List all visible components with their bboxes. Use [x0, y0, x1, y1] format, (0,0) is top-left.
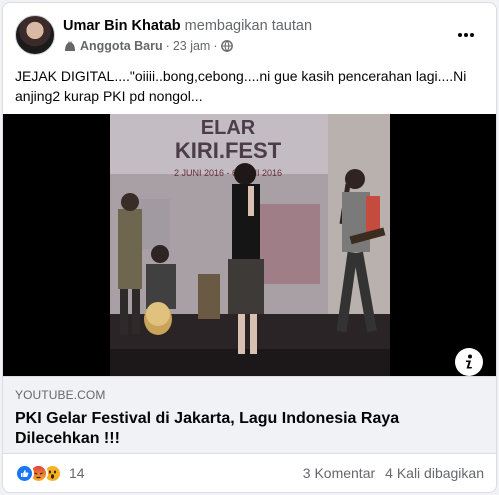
- meta-separator-2: ·: [213, 39, 218, 53]
- new-member-icon: [63, 40, 77, 52]
- reaction-count: 14: [69, 465, 85, 481]
- author-line: Umar Bin Khatab membagikan tautan: [63, 18, 312, 34]
- globe-icon: [220, 40, 233, 52]
- new-member-badge[interactable]: Anggota Baru: [80, 39, 163, 53]
- post-text: JEJAK DIGITAL...."oiiii..bong,cebong....…: [15, 68, 467, 104]
- comments-count[interactable]: 3 Komentar: [303, 464, 375, 483]
- video-player[interactable]: ELAR KIRI.FEST 2 JUNI 2016 - 6 JUNI 2016: [3, 114, 496, 376]
- link-preview[interactable]: YOUTUBE.COM PKI Gelar Festival di Jakart…: [3, 376, 496, 454]
- banner-line-3: 2 JUNI 2016 - 6 JUNI 2016: [174, 168, 282, 178]
- like-reaction-icon: [15, 464, 34, 483]
- info-icon: [466, 354, 472, 369]
- meta-separator: ·: [165, 39, 170, 53]
- more-dots-icon: [458, 33, 474, 37]
- post-meta: Anggota Baru · 23 jam ·: [63, 39, 233, 53]
- author-action: membagikan tautan: [184, 18, 313, 34]
- banner-line-1: ELAR: [201, 117, 256, 139]
- author-name[interactable]: Umar Bin Khatab: [63, 18, 181, 34]
- video-thumbnail: ELAR KIRI.FEST 2 JUNI 2016 - 6 JUNI 2016: [110, 114, 390, 376]
- author-avatar[interactable]: [15, 15, 55, 55]
- post-header: Umar Bin Khatab membagikan tautan Anggot…: [15, 15, 484, 59]
- link-title[interactable]: PKI Gelar Festival di Jakarta, Lagu Indo…: [15, 409, 435, 449]
- post-footer: 14 3 Komentar 4 Kali dibagikan: [15, 464, 484, 488]
- info-button[interactable]: [455, 348, 483, 376]
- more-options-button[interactable]: [452, 21, 480, 49]
- post-stats: 3 Komentar 4 Kali dibagikan: [303, 464, 484, 483]
- banner-line-2: KIRI.FEST: [175, 138, 282, 163]
- reactions-summary[interactable]: 14: [15, 464, 85, 483]
- post-timestamp[interactable]: 23 jam: [173, 39, 211, 53]
- shares-count[interactable]: 4 Kali dibagikan: [385, 464, 484, 483]
- link-domain: YOUTUBE.COM: [15, 388, 106, 402]
- post-card: Umar Bin Khatab membagikan tautan Anggot…: [2, 2, 497, 493]
